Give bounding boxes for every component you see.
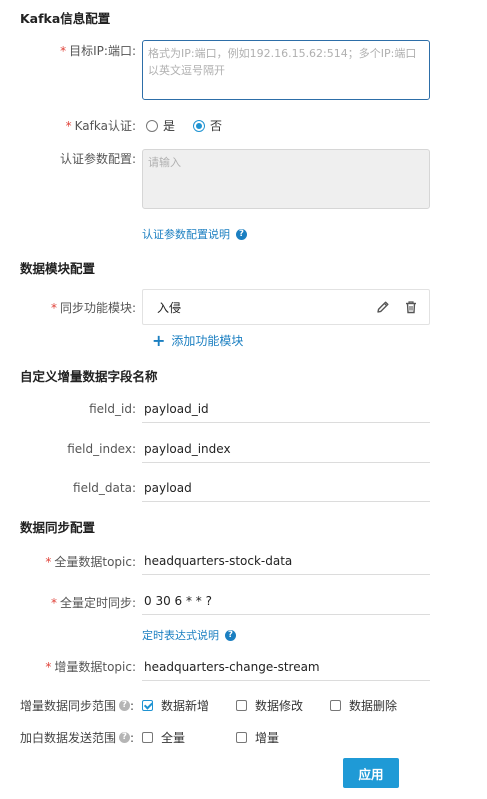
help-question-icon[interactable]: ? <box>119 732 131 743</box>
inc-topic-label: * 增量数据topic: <box>45 660 136 674</box>
required-mark: * <box>45 660 52 674</box>
module-item: 入侵 <box>142 289 430 325</box>
required-mark: * <box>65 119 72 133</box>
field-id-label: field_id: <box>89 402 136 416</box>
checkbox-icon <box>330 700 341 711</box>
edit-pencil-icon[interactable] <box>375 299 391 315</box>
field-id-input[interactable]: payload_id <box>142 402 430 423</box>
full-topic-label: * 全量数据topic: <box>45 555 136 569</box>
full-topic-input[interactable]: headquarters-stock-data <box>142 554 430 575</box>
checkbox-icon <box>236 700 247 711</box>
auth-option-yes[interactable]: 是 <box>146 117 175 134</box>
sync-module-label: * 同步功能模块: <box>50 301 136 315</box>
required-mark: * <box>50 301 57 315</box>
required-mark: * <box>45 555 52 569</box>
module-item-name: 入侵 <box>157 300 182 315</box>
whitelist-scope-checkbox-group: 全量 增量 <box>142 729 279 746</box>
plus-icon: + <box>152 330 166 350</box>
inc-scope-label: 增量数据同步范围?: <box>20 698 135 714</box>
inc-scope-option-delete[interactable]: 数据删除 <box>330 697 397 714</box>
kafka-auth-label: * Kafka认证: <box>65 119 136 133</box>
sync-section-title: 数据同步配置 <box>20 520 96 535</box>
help-question-icon[interactable]: ? <box>119 700 131 711</box>
whitelist-option-incremental[interactable]: 增量 <box>236 729 279 746</box>
inc-scope-option-modify[interactable]: 数据修改 <box>236 697 330 714</box>
checkbox-icon <box>236 732 247 743</box>
kafka-auth-radio-group: 是 否 <box>146 117 240 134</box>
field-index-input[interactable]: payload_index <box>142 442 430 463</box>
schedule-input[interactable]: 0 30 6 * * ? <box>142 594 430 615</box>
question-icon: ? <box>225 629 236 641</box>
kafka-section-title: Kafka信息配置 <box>20 11 111 26</box>
apply-button[interactable]: 应用 <box>343 758 399 788</box>
schedule-label: * 全量定时同步: <box>50 596 136 610</box>
field-data-input[interactable]: payload <box>142 481 430 502</box>
target-ip-label: * 目标IP:端口: <box>60 44 136 58</box>
question-icon: ? <box>236 228 247 240</box>
whitelist-scope-label: 加白数据发送范围?: <box>20 730 135 746</box>
field-index-label: field_index: <box>67 442 136 456</box>
cron-help-link[interactable]: 定时表达式说明? <box>142 627 236 643</box>
radio-checked-icon <box>193 119 206 132</box>
inc-topic-input[interactable]: headquarters-change-stream <box>142 660 430 681</box>
target-ip-input[interactable]: 格式为IP:端口，例如192.16.15.62:514；多个IP:端口以英文逗号… <box>142 40 430 100</box>
auth-param-help-link[interactable]: 认证参数配置说明? <box>142 226 247 242</box>
radio-icon <box>146 119 158 132</box>
inc-scope-checkbox-group: 数据新增 数据修改 数据删除 <box>142 697 397 714</box>
module-section-title: 数据模块配置 <box>20 261 96 276</box>
checkbox-checked-icon <box>142 700 153 711</box>
inc-scope-option-add[interactable]: 数据新增 <box>142 697 236 714</box>
auth-param-input[interactable]: 请输入 <box>142 149 430 209</box>
required-mark: * <box>50 596 57 610</box>
required-mark: * <box>60 44 67 58</box>
custom-fields-section-title: 自定义增量数据字段名称 <box>20 369 158 384</box>
trash-icon[interactable] <box>403 299 419 315</box>
field-data-label: field_data: <box>73 481 136 495</box>
add-module-link[interactable]: + 添加功能模块 <box>152 332 243 349</box>
auth-param-label: 认证参数配置: <box>59 152 136 166</box>
auth-option-no[interactable]: 否 <box>193 117 222 134</box>
whitelist-option-full[interactable]: 全量 <box>142 729 236 746</box>
checkbox-icon <box>142 732 153 743</box>
